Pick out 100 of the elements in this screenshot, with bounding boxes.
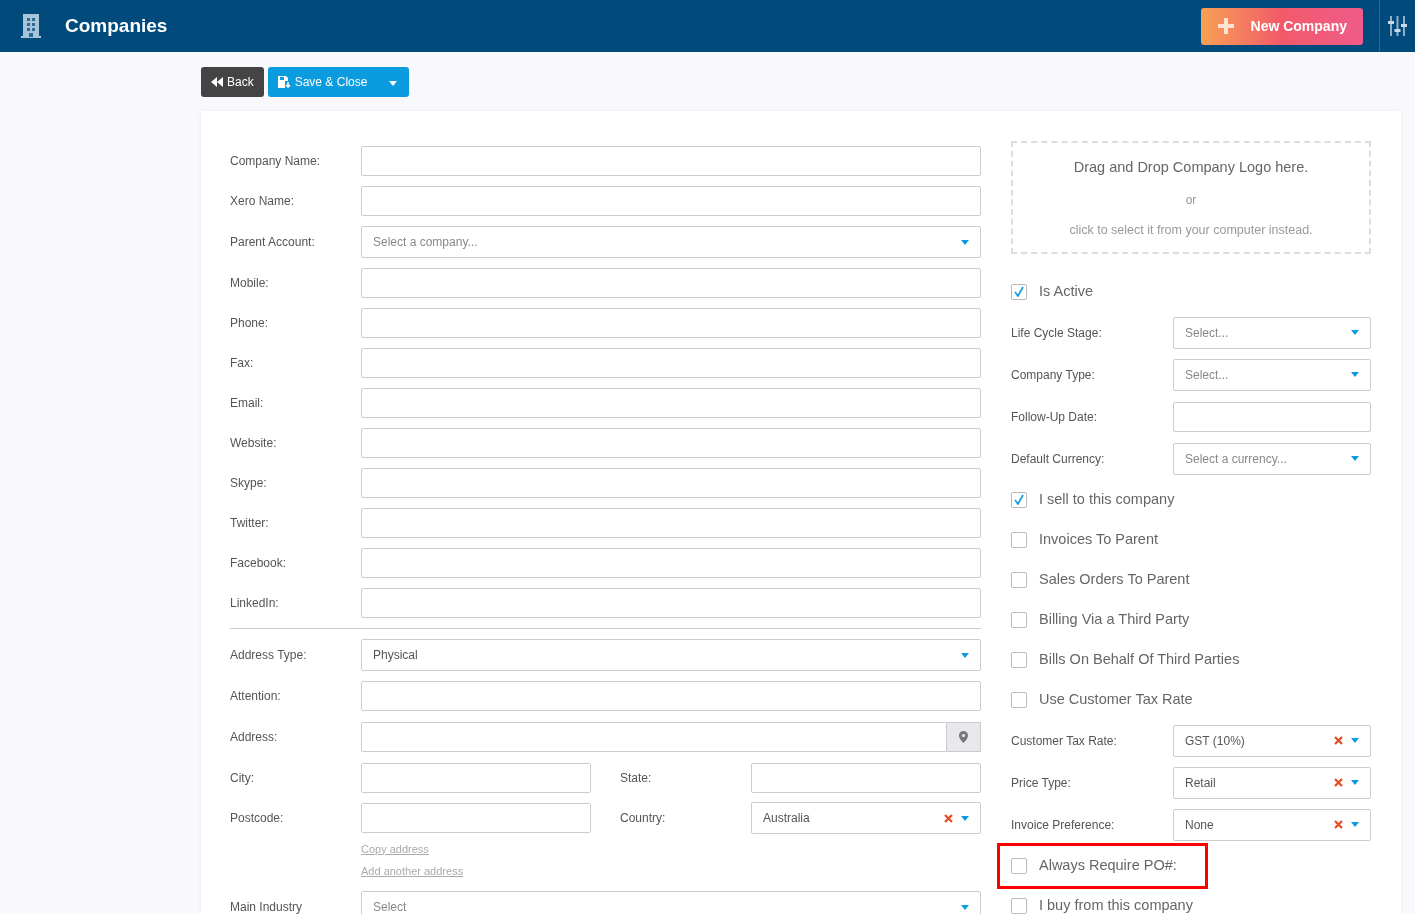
field-label: Facebook: [230,555,288,572]
input-field[interactable] [361,388,981,418]
select-field[interactable]: Physical [361,639,981,671]
select-field[interactable]: Retail [1173,766,1371,799]
checkbox[interactable] [1011,691,1027,708]
input-field[interactable] [361,803,591,833]
input-field[interactable] [361,308,981,338]
field-label: Invoice Preference: [1011,816,1116,834]
sliders-icon[interactable] [1388,15,1407,37]
clear-icon[interactable] [1334,778,1343,787]
field-label: City: [230,770,255,787]
field-label: State: [620,770,653,787]
field-label: Parent Account: [230,234,316,251]
input-field[interactable] [361,722,947,752]
input-field[interactable] [361,428,981,458]
field-label: Postcode: [230,810,285,827]
checkbox[interactable] [1011,857,1027,874]
field-label: Country: [620,810,667,827]
field-label: Address Type: [230,647,308,664]
checkbox[interactable] [1011,651,1027,668]
field-label: Follow-Up Date: [1011,408,1099,426]
select-field[interactable]: None [1173,808,1371,841]
caret-icon [1351,372,1359,377]
caret-icon [1351,738,1359,743]
select-field[interactable]: GST (10%) [1173,724,1371,757]
select-field[interactable]: Select... [1173,358,1371,391]
page-title: Companies [65,13,168,38]
select-field[interactable]: Select a currency... [1173,442,1371,475]
field-label: Mobile: [230,275,270,292]
checkbox-label: Billing Via a Third Party [1039,609,1190,629]
rewind-icon [211,77,223,87]
field-label: Main Industry [230,899,304,914]
new-company-button[interactable]: New Company [1200,7,1363,45]
input-field[interactable] [361,146,981,176]
field-label: LinkedIn: [230,595,280,612]
select-field[interactable]: Select... [1173,316,1371,349]
field-label: Xero Name: [230,193,296,210]
field-label: Life Cycle Stage: [1011,324,1103,342]
caret-icon [1351,780,1359,785]
save-icon [277,76,291,88]
dropzone-title: Drag and Drop Company Logo here. [1072,158,1310,177]
input-field[interactable] [361,548,981,578]
select-field[interactable]: Select a company... [361,226,981,258]
input-field[interactable] [361,508,981,538]
field-label: Skype: [230,475,268,492]
back-button[interactable]: Back [201,67,264,97]
map-pin-button[interactable] [947,722,981,752]
field-label: Price Type: [1011,774,1072,792]
field-label: Company Type: [1011,366,1096,384]
input-field[interactable] [361,268,981,298]
plus-icon [1216,17,1235,35]
checkbox[interactable] [1011,531,1027,548]
caret-icon [1351,456,1359,461]
input-field[interactable] [361,763,591,793]
field-label: Website: [230,435,278,452]
field-label: Company Name: [230,153,322,170]
checkbox-label: Use Customer Tax Rate [1039,689,1193,709]
checkbox[interactable] [1011,491,1027,508]
building-icon [21,14,41,38]
dropdown-toggle[interactable] [377,67,410,97]
field-label: Twitter: [230,515,270,532]
caret-icon [1351,330,1359,335]
input-field[interactable] [361,348,981,378]
caret-icon [961,652,969,658]
save-close-button[interactable]: Save & Close [267,67,378,97]
select-field[interactable]: Australia [751,802,981,834]
logo-dropzone[interactable]: Drag and Drop Company Logo here. or click to select it from your computer instead. [1011,141,1371,254]
address-link[interactable]: Add another address [361,862,464,880]
caret-icon [961,815,969,821]
address-link[interactable]: Copy address [361,840,429,858]
checkbox[interactable] [1011,897,1027,914]
checkbox-label: I sell to this company [1039,489,1175,509]
input-field[interactable] [361,588,981,618]
clear-icon[interactable] [1334,820,1343,829]
field-label: Phone: [230,315,270,332]
select-field[interactable]: Select [361,891,981,914]
clear-icon[interactable] [1334,736,1343,745]
caret-icon [961,239,969,245]
field-label: Customer Tax Rate: [1011,732,1118,750]
checkbox-label: Sales Orders To Parent [1039,569,1190,589]
input-field[interactable] [1173,401,1371,432]
dropzone-hint: click to select it from your computer instead. [1068,221,1314,239]
clear-icon[interactable] [944,813,953,823]
checkbox[interactable] [1011,283,1027,300]
checkbox-label: Bills On Behalf Of Third Parties [1039,649,1240,669]
checkbox-label: Always Require PO#: [1039,855,1177,875]
checkbox[interactable] [1011,571,1027,588]
input-field[interactable] [361,681,981,711]
field-label: Attention: [230,688,282,705]
checkbox[interactable] [1011,611,1027,628]
map-pin-icon [959,731,968,743]
input-field[interactable] [361,186,981,216]
caret-icon [961,904,969,910]
field-label: Fax: [230,355,255,372]
checkbox-label: Invoices To Parent [1039,529,1159,549]
input-field[interactable] [751,763,981,793]
input-field[interactable] [361,468,981,498]
field-label: Address: [230,729,279,746]
field-label: Default Currency: [1011,450,1106,468]
checkbox-label: Is Active [1039,281,1093,301]
